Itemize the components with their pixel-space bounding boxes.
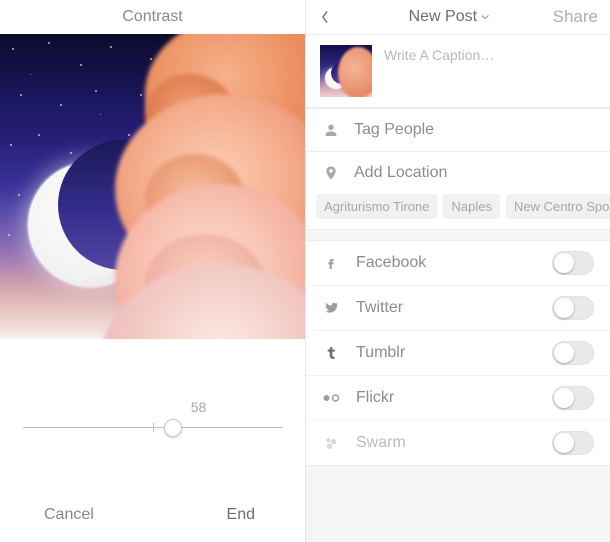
cancel-button[interactable]: Cancel [16, 506, 153, 524]
image-preview [0, 34, 305, 339]
tag-people-row[interactable]: Tag People [306, 108, 610, 151]
post-thumbnail[interactable] [320, 45, 372, 97]
slider-center-tick [153, 423, 154, 432]
page-title-text: New Post [409, 8, 477, 26]
edit-title: Contrast [0, 0, 305, 34]
tag-people-label: Tag People [354, 121, 434, 139]
twitter-icon [322, 300, 340, 316]
share-targets-list: Facebook Twitter Tumblr Flickr [306, 240, 610, 466]
edit-footer: Cancel End [0, 488, 305, 542]
chevron-left-icon [318, 10, 332, 24]
location-suggestions: Agriturismo Tirone Naples New Centro Spo… [306, 194, 610, 230]
add-location-row[interactable]: Add Location [306, 151, 610, 194]
toggle[interactable] [552, 296, 594, 320]
share-target-tumblr[interactable]: Tumblr [306, 331, 610, 376]
share-target-flickr[interactable]: Flickr [306, 376, 610, 421]
toggle[interactable] [552, 386, 594, 410]
page-title[interactable]: New Post [409, 8, 490, 26]
pin-icon [322, 165, 340, 181]
share-target-label: Swarm [356, 434, 536, 452]
end-button[interactable]: End [153, 506, 290, 524]
toggle [552, 431, 594, 455]
toggle[interactable] [552, 341, 594, 365]
location-chip[interactable]: Naples [443, 194, 499, 219]
location-chip[interactable]: Agriturismo Tirone [316, 194, 437, 219]
share-header: New Post Share [306, 0, 610, 34]
location-chip[interactable]: New Centro Sport I [506, 194, 610, 219]
share-target-label: Facebook [356, 254, 536, 272]
back-button[interactable] [318, 10, 346, 24]
swarm-icon [322, 435, 340, 451]
slider-area: 58 [0, 339, 305, 488]
share-target-label: Tumblr [356, 344, 536, 362]
toggle[interactable] [552, 251, 594, 275]
share-target-label: Flickr [356, 389, 536, 407]
share-target-twitter[interactable]: Twitter [306, 286, 610, 331]
share-button[interactable]: Share [553, 7, 598, 27]
add-location-label: Add Location [354, 164, 447, 182]
slider-thumb[interactable] [164, 419, 182, 437]
caption-input[interactable] [384, 45, 596, 79]
flickr-icon [322, 393, 340, 403]
edit-pane: Contrast 58 Cancel En [0, 0, 305, 542]
tumblr-icon [322, 345, 340, 361]
share-target-swarm: Swarm [306, 421, 610, 465]
share-pane: New Post Share Tag People Add Location A… [305, 0, 610, 542]
contrast-slider[interactable] [23, 427, 283, 428]
chevron-down-icon [480, 12, 490, 22]
facebook-icon [322, 255, 340, 271]
slider-value: 58 [191, 399, 207, 415]
share-target-facebook[interactable]: Facebook [306, 241, 610, 286]
person-icon [322, 122, 340, 138]
share-target-label: Twitter [356, 299, 536, 317]
caption-row [306, 34, 610, 108]
